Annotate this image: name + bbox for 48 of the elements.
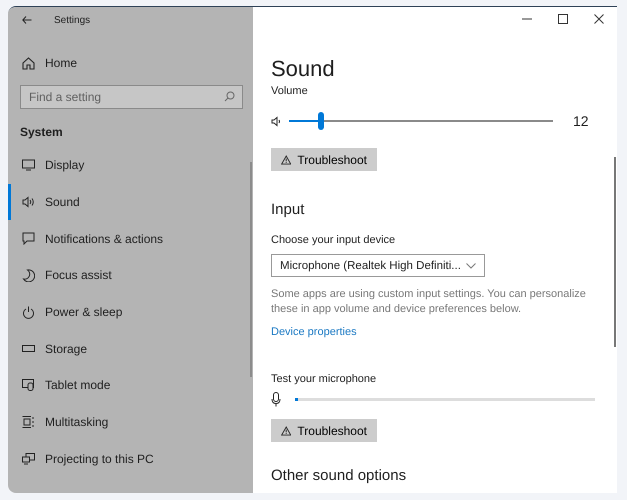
- home-link[interactable]: Home: [8, 49, 253, 77]
- sidebar-item[interactable]: Multitasking: [8, 404, 253, 440]
- microphone-icon: [271, 392, 281, 407]
- window-title: Settings: [54, 14, 90, 26]
- scrollbar[interactable]: [250, 162, 252, 377]
- slider-thumb[interactable]: [318, 112, 324, 130]
- sidebar-item[interactable]: Power & sleep: [8, 294, 253, 330]
- sidebar-item[interactable]: Projecting to this PC: [8, 440, 253, 478]
- tablet-icon: [22, 379, 35, 392]
- field-label: Test your microphone: [271, 372, 376, 386]
- warning-icon: [281, 154, 292, 164]
- info-text: Some apps are using custom input settings. You can personalize these in app volume and device preferences below.: [271, 287, 587, 317]
- section-heading: Other sound options: [271, 467, 406, 485]
- section-heading: Input: [271, 201, 304, 219]
- drive-icon: [22, 345, 35, 352]
- power-icon: [22, 306, 35, 319]
- device-dropdown[interactable]: Microphone (Realtek High Definiti...: [271, 254, 485, 277]
- warning-icon: [281, 426, 292, 436]
- monitor-icon: [22, 159, 35, 172]
- volume-label: Volume: [271, 84, 308, 98]
- volume-slider[interactable]: [289, 112, 553, 130]
- moon-icon: [22, 268, 35, 282]
- sidebar-item[interactable]: Focus assist: [8, 257, 253, 294]
- troubleshoot-button[interactable]: Troubleshoot: [271, 419, 377, 442]
- minimize-icon: [522, 18, 532, 20]
- sidebar-item[interactable]: Display: [8, 147, 253, 184]
- volume-value: 12: [573, 113, 590, 129]
- page-title: Sound: [271, 56, 335, 82]
- back-arrow-icon[interactable]: [22, 16, 32, 24]
- scrollbar[interactable]: [614, 157, 616, 347]
- troubleshoot-button[interactable]: Troubleshoot: [271, 148, 377, 171]
- sidebar-item[interactable]: Storage: [8, 330, 253, 368]
- home-icon: [22, 56, 35, 70]
- search-field[interactable]: Find a setting: [20, 85, 243, 109]
- projector-icon: [22, 452, 35, 465]
- chevron-icon: [466, 262, 476, 268]
- speaker-icon: [22, 196, 35, 208]
- section-heading: System: [20, 125, 64, 139]
- speaker-icon: [271, 116, 281, 126]
- sidebar-item[interactable]: Notifications & actions: [8, 220, 253, 258]
- search-icon: [224, 91, 235, 102]
- device-properties-link[interactable]: Device properties: [271, 326, 357, 338]
- maximize-icon: [558, 14, 568, 24]
- close-icon: [594, 14, 604, 24]
- message-icon: [22, 232, 35, 246]
- sidebar-item[interactable]: Tablet mode: [8, 367, 253, 404]
- field-label: Choose your input device: [271, 233, 396, 247]
- multitask-icon: [22, 416, 35, 428]
